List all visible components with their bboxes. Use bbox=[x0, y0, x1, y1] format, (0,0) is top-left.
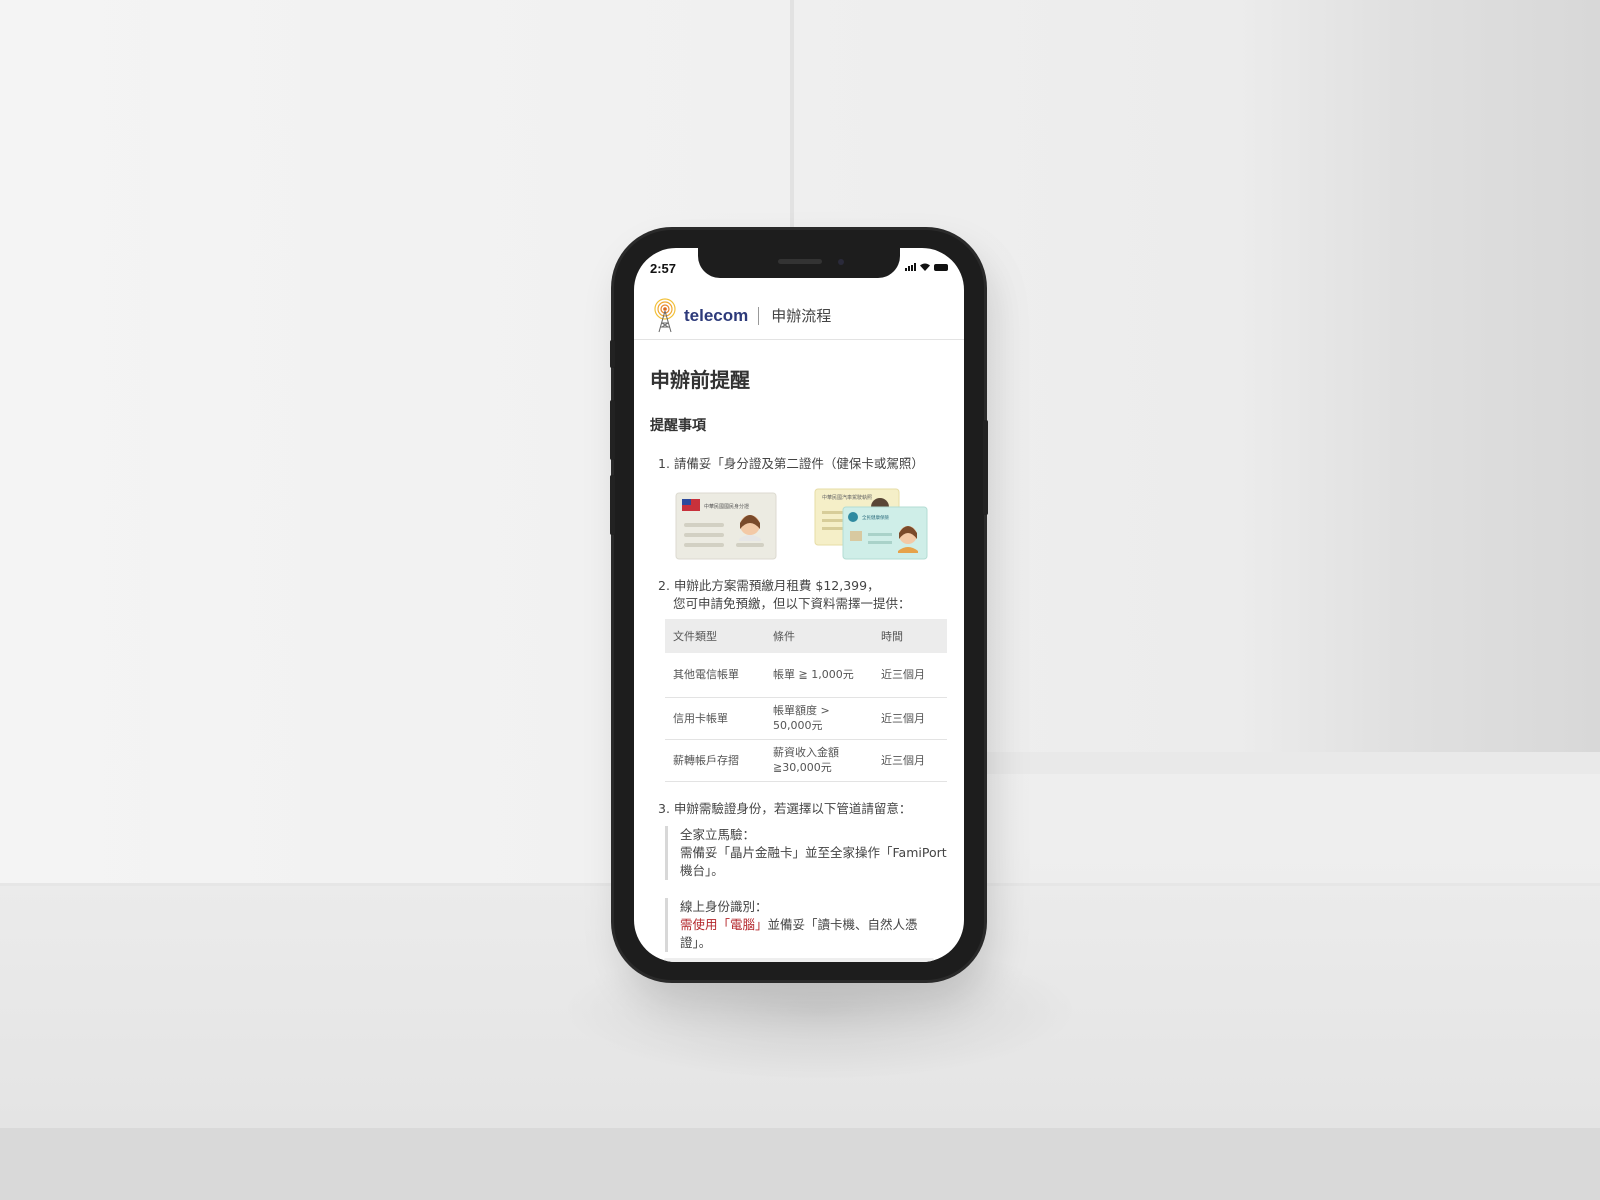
waiver-notice: 您可申請免預繳，但以下資料需擇一提供： bbox=[673, 596, 911, 611]
brand-name[interactable]: telecom bbox=[684, 306, 748, 326]
table-cell: 其他電信帳單 bbox=[665, 653, 765, 698]
reminder-item-1: 1. 請備妥「身分證及第二證件（健保卡或駕照） bbox=[658, 456, 924, 471]
table-row: 其他電信帳單 帳單 ≧ 1,000元 近三個月 bbox=[665, 653, 947, 698]
section-title: 提醒事項 bbox=[650, 418, 706, 434]
famiport-title: 全家立馬驗： bbox=[680, 826, 756, 842]
table-cell: 近三個月 bbox=[873, 653, 947, 698]
signal-icon bbox=[905, 263, 916, 271]
table-row: 信用卡帳單 帳單額度 > 50,000元 近三個月 bbox=[665, 697, 947, 740]
table-header-row: 文件類型 條件 時間 bbox=[665, 619, 947, 653]
phone-screen: 2:57 telecom 申辦流程 申辦前提醒 提醒事項 1. 請備妥「身分證及… bbox=[634, 248, 964, 962]
column-header-condition: 條件 bbox=[765, 619, 873, 653]
main-content[interactable]: 申辦前提醒 提醒事項 1. 請備妥「身分證及第二證件（健保卡或駕照） 中華民國國… bbox=[634, 340, 964, 962]
column-header-period: 時間 bbox=[873, 619, 947, 653]
front-camera bbox=[838, 259, 844, 265]
table-cell: 薪轉帳戶存摺 bbox=[665, 739, 765, 782]
health-insurance-card-icon: 全民健康保險 bbox=[842, 506, 928, 560]
app-header: telecom 申辦流程 bbox=[634, 292, 964, 340]
computer-required-warning: 需使用「電腦」 bbox=[680, 916, 768, 932]
status-icons bbox=[905, 263, 948, 271]
speaker-grille bbox=[778, 259, 822, 264]
reminder-item-2: 2. 申辦此方案需預繳月租費 $12,399， 您可申請免預繳，但以下資料需擇一… bbox=[650, 577, 948, 613]
document-requirements-table: 文件類型 條件 時間 其他電信帳單 帳單 ≧ 1,000元 近三個月 信用卡帳單… bbox=[665, 619, 947, 782]
column-header-doc-type: 文件類型 bbox=[665, 619, 765, 653]
battery-icon bbox=[934, 263, 948, 271]
famiport-body: 需備妥「晶片金融卡」並至全家操作「FamiPort機台」。 bbox=[680, 844, 947, 878]
prepay-notice: 2. 申辦此方案需預繳月租費 $12,399， bbox=[658, 578, 880, 593]
wifi-icon bbox=[920, 263, 930, 271]
health-insurance-caption: 全民健康保險 bbox=[862, 514, 889, 521]
page-title: 申辦前提醒 bbox=[650, 368, 750, 392]
driver-license-caption: 中華民國汽車駕駛執照 bbox=[822, 494, 872, 501]
online-verification-note: 線上身份識別： 需使用「電腦」並備妥「讀卡機、自然人憑證」。 bbox=[665, 897, 948, 952]
online-verification-title: 線上身份識別： bbox=[680, 898, 768, 914]
power-button bbox=[983, 420, 988, 515]
reminder-item-3: 3. 申辦需驗證身份，若選擇以下管道請留意： bbox=[658, 800, 912, 816]
table-cell: 薪資收入金額 ≧30,000元 bbox=[765, 739, 873, 782]
national-id-card-caption: 中華民國國民身分證 bbox=[704, 503, 749, 510]
table-cell: 帳單額度 > 50,000元 bbox=[765, 697, 873, 740]
id-card-illustration: 中華民國國民身分證 中華民國汽車駕駛執照 全民健康保險 bbox=[650, 477, 948, 563]
table-row: 薪轉帳戶存摺 薪資收入金額 ≧30,000元 近三個月 bbox=[665, 739, 947, 782]
online-verification-body: 需使用「電腦」並備妥「讀卡機、自然人憑證」。 bbox=[680, 916, 948, 952]
table-cell: 帳單 ≧ 1,000元 bbox=[765, 653, 873, 698]
mute-switch bbox=[610, 340, 615, 368]
status-time: 2:57 bbox=[650, 261, 677, 276]
table-cell: 信用卡帳單 bbox=[665, 697, 765, 740]
phone-mockup: 2:57 telecom 申辦流程 申辦前提醒 提醒事項 1. 請備妥「身分證及… bbox=[610, 230, 988, 980]
volume-up-button bbox=[610, 400, 615, 460]
scroll-indicator bbox=[664, 958, 934, 962]
header-title: 申辦流程 bbox=[771, 307, 832, 325]
id-card-images: 中華民國國民身分證 中華民國汽車駕駛執照 全民健康保險 bbox=[675, 488, 928, 560]
telecom-tower-logo-icon[interactable] bbox=[652, 297, 678, 334]
volume-down-button bbox=[610, 475, 615, 535]
famiport-verification-note: 全家立馬驗： 需備妥「晶片金融卡」並至全家操作「FamiPort機台」。 bbox=[665, 825, 948, 880]
national-id-card-icon: 中華民國國民身分證 bbox=[675, 492, 777, 560]
table-cell: 近三個月 bbox=[873, 697, 947, 740]
table-cell: 近三個月 bbox=[873, 739, 947, 782]
header-divider bbox=[758, 306, 760, 325]
notch bbox=[698, 248, 900, 278]
background-base bbox=[0, 1128, 1600, 1200]
